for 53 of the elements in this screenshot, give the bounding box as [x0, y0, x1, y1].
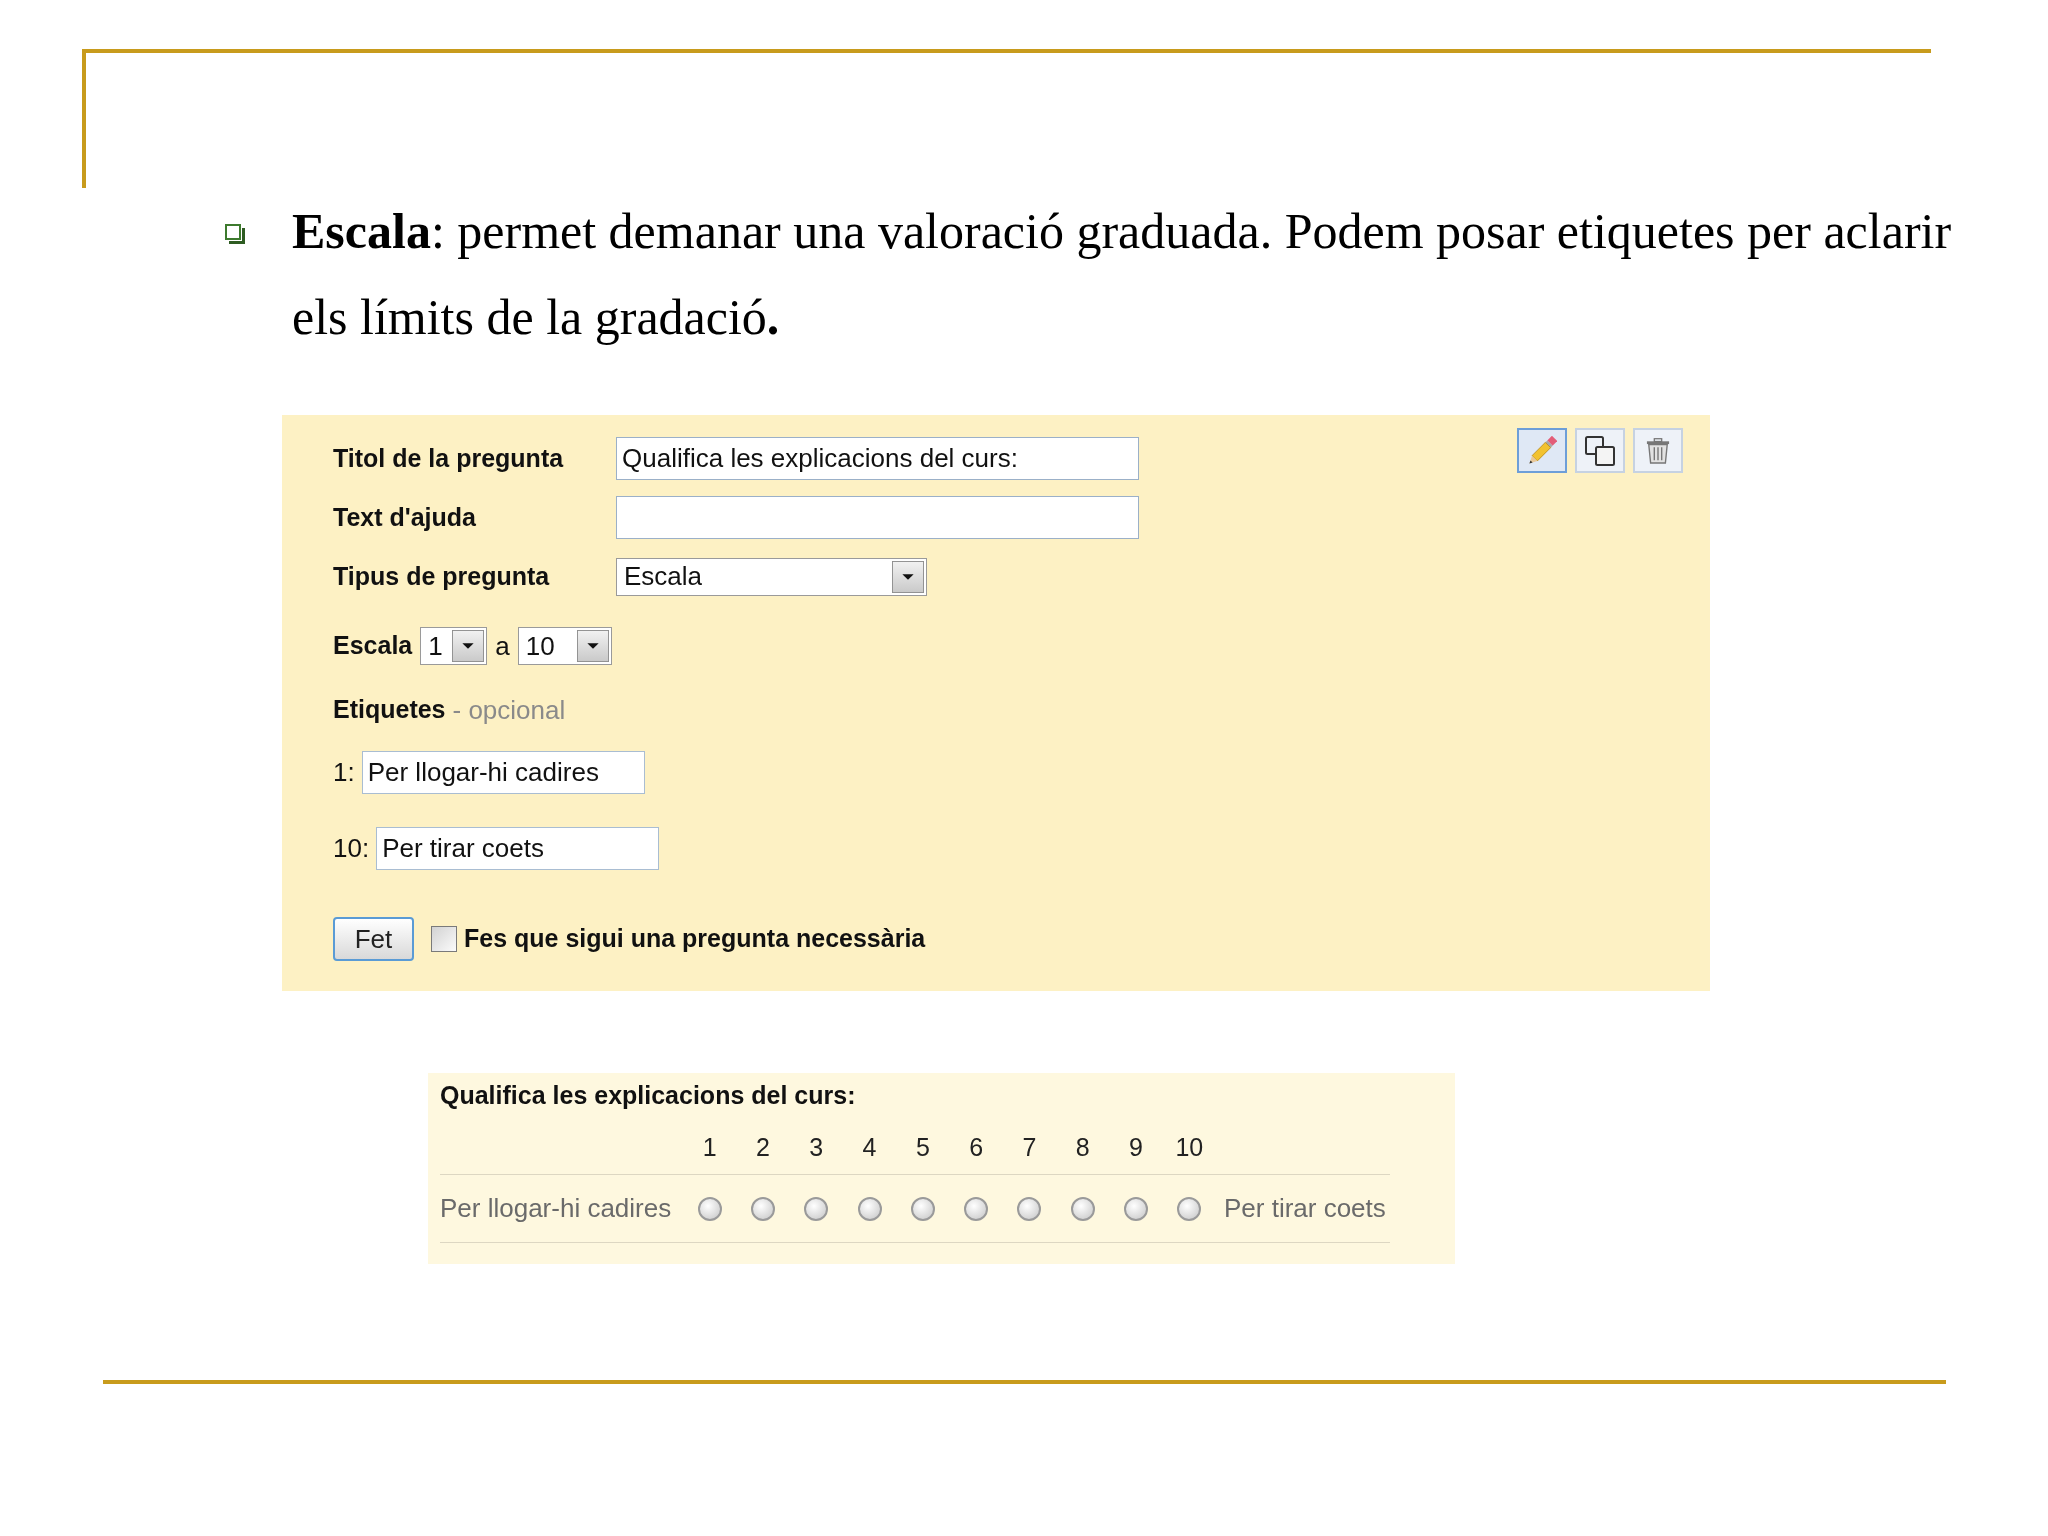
scale-number: 3 — [809, 1132, 824, 1161]
scale-number: 2 — [756, 1132, 770, 1161]
scale-number: 6 — [969, 1132, 984, 1161]
scale-end-dropdown[interactable]: 10 — [517, 627, 612, 665]
done-button[interactable]: Fet — [333, 917, 414, 961]
required-checkbox[interactable] — [431, 926, 457, 952]
text-field[interactable]: Qualifica les explicacions del curs: — [616, 437, 1139, 480]
bullet-icon — [225, 224, 245, 244]
caret-icon — [576, 630, 609, 662]
scale-number: 4 — [862, 1132, 877, 1161]
question-title: Qualifica les explicacions del curs: — [440, 1080, 857, 1110]
radio-button[interactable] — [964, 1196, 989, 1221]
scale-end-label: 1: — [333, 756, 355, 789]
field-label: Tipus de pregunta — [333, 560, 551, 592]
scale-number: 10 — [1175, 1132, 1204, 1161]
low-label: Per llogar-hi cadires — [440, 1192, 673, 1225]
radio-button[interactable] — [804, 1196, 829, 1221]
scale-number: 1 — [702, 1132, 717, 1161]
edit-button[interactable] — [1517, 428, 1567, 473]
pencil-icon — [1527, 435, 1557, 466]
scale-number: 7 — [1022, 1132, 1037, 1161]
radio-button[interactable] — [910, 1196, 935, 1221]
labels-heading: Etiquetes — [333, 694, 446, 726]
bullet-text: Escala: permet demanar una valoració graduada. Podem posar etiquetes per aclarir els límits de la gradació. — [292, 202, 1953, 347]
scale-start-dropdown[interactable]: 1 — [420, 627, 488, 665]
caret-icon — [452, 630, 485, 662]
trash-icon — [1646, 437, 1670, 464]
optional-note: - opcional — [452, 693, 566, 727]
high-label: Per tirar coets — [1222, 1192, 1386, 1225]
text-field[interactable] — [616, 496, 1139, 539]
radio-button[interactable] — [1070, 1196, 1095, 1221]
caret-icon — [892, 560, 924, 593]
scale-number: 5 — [915, 1132, 930, 1161]
required-label: Fes que sigui una pregunta necessària — [464, 923, 926, 955]
radio-button[interactable] — [1124, 1196, 1148, 1221]
question-type-dropdown[interactable]: Escala — [616, 557, 927, 596]
scale-number: 8 — [1075, 1132, 1090, 1161]
scale-end-label: 10: — [333, 832, 370, 865]
delete-button[interactable] — [1633, 428, 1683, 473]
copy-icon — [1585, 435, 1615, 466]
field-label: Text d'ajuda — [333, 501, 477, 533]
radio-button[interactable] — [697, 1196, 722, 1221]
radio-button[interactable] — [857, 1196, 882, 1221]
radio-button[interactable] — [1017, 1196, 1042, 1221]
text-field[interactable]: Per tirar coets — [376, 827, 660, 870]
scale-number: 9 — [1129, 1132, 1143, 1161]
radio-button[interactable] — [750, 1196, 775, 1221]
radio-button[interactable] — [1177, 1196, 1202, 1221]
field-label: Titol de la pregunta — [333, 442, 565, 474]
scale-separator-text: a — [495, 629, 510, 663]
text-field[interactable]: Per llogar-hi cadires — [361, 751, 645, 794]
scale-label: Escala — [333, 630, 413, 662]
duplicate-button[interactable] — [1575, 428, 1625, 473]
